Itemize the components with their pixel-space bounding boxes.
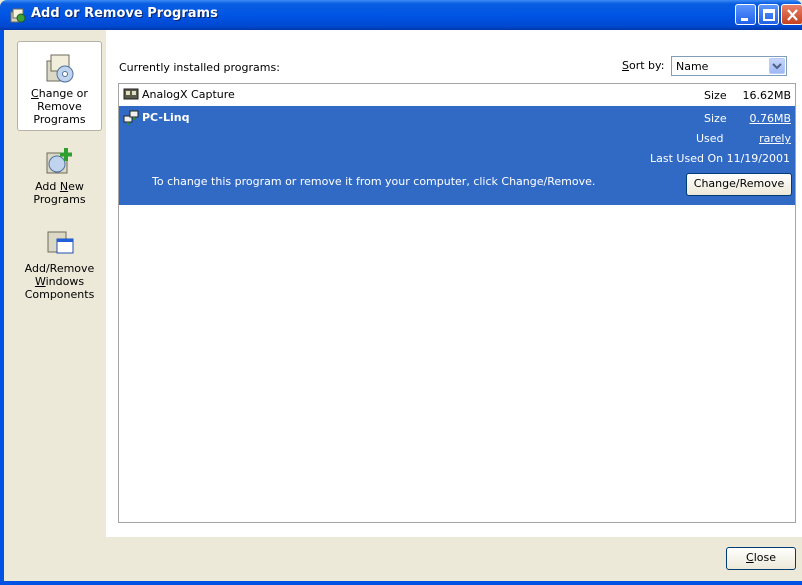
sort-by-label: Sort by:	[622, 59, 665, 72]
installed-programs-list[interactable]: AnalogX Capture Size 16.62MB PC-Linq Siz…	[118, 83, 796, 523]
program-name: AnalogX Capture	[142, 88, 235, 101]
nav-add-new-programs[interactable]: Add New Programs	[17, 145, 102, 213]
maximize-icon	[763, 9, 775, 21]
change-remove-programs-icon	[46, 54, 73, 83]
nav-change-remove-programs[interactable]: Change or Remove Programs	[17, 41, 102, 131]
change-remove-button[interactable]: Change/Remove	[686, 173, 792, 196]
window-title: Add or Remove Programs	[31, 6, 218, 21]
program-row-pc-linq[interactable]: PC-Linq Size 0.76MB Used rarely Last Use…	[119, 106, 795, 205]
sort-by-value: Name	[676, 60, 709, 73]
program-used-link[interactable]: rarely	[731, 132, 791, 145]
close-window-button[interactable]	[781, 4, 802, 25]
add-new-programs-icon	[46, 148, 72, 174]
maximize-button[interactable]	[758, 4, 779, 25]
program-used-label: Used	[696, 132, 724, 145]
close-icon	[787, 9, 798, 21]
sort-by-select[interactable]: Name	[671, 56, 787, 76]
change-remove-hint: To change this program or remove it from…	[152, 175, 596, 188]
installed-programs-heading: Currently installed programs:	[119, 61, 280, 74]
program-last-used-label: Last Used On 11/19/2001	[650, 152, 790, 165]
minimize-icon	[741, 18, 748, 21]
nav-change-remove-label: Change or Remove Programs	[31, 87, 88, 126]
program-size-label: Size	[704, 112, 727, 125]
minimize-button[interactable]	[735, 4, 756, 25]
add-remove-programs-icon	[10, 8, 26, 23]
nav-add-new-label: Add New Programs	[33, 180, 86, 206]
add-remove-programs-window: Add or Remove Programs Change or Remove Pr…	[0, 0, 802, 585]
title-bar[interactable]: Add or Remove Programs	[0, 0, 802, 30]
window-frame-bottom	[0, 581, 802, 585]
nav-add-remove-windows-components[interactable]: Add/Remove Windows Components	[17, 227, 102, 309]
programs-panel: Currently installed programs: Sort by: N…	[106, 30, 802, 537]
left-nav: Change or Remove Programs Add New Programs …	[4, 30, 106, 537]
close-button[interactable]: Close	[726, 547, 796, 570]
chevron-down-icon[interactable]	[769, 58, 785, 74]
program-size-value: 16.62MB	[742, 89, 791, 102]
program-row-analogx-capture[interactable]: AnalogX Capture Size 16.62MB	[119, 84, 795, 105]
program-name: PC-Linq	[142, 111, 190, 124]
nav-windows-components-label: Add/Remove Windows Components	[24, 262, 95, 301]
analogx-capture-icon	[123, 88, 139, 100]
program-size-link[interactable]: 0.76MB	[731, 112, 791, 125]
pc-linq-icon	[123, 110, 139, 125]
program-size-label: Size	[704, 89, 727, 102]
windows-components-icon	[47, 231, 73, 254]
